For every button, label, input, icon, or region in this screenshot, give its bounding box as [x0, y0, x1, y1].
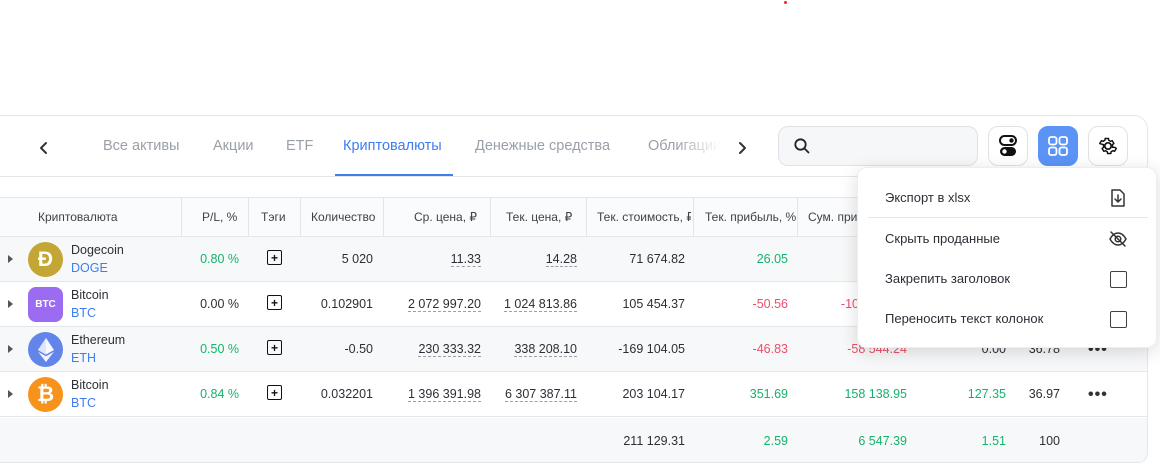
quantity: -0.50 [344, 342, 374, 356]
asset-name: Ethereum [71, 333, 126, 347]
eth-diamond-icon [37, 337, 54, 362]
avg-price[interactable]: 2 072 997.20 [408, 297, 481, 312]
grid-icon [1048, 136, 1068, 156]
current-price[interactable]: 6 307 387.11 [504, 387, 577, 402]
extra-col-2: 36.97 [1028, 387, 1060, 401]
avg-price[interactable]: 230 333.32 [418, 342, 481, 357]
col-tags[interactable]: Тэги [261, 210, 286, 224]
tab-all-assets[interactable]: Все активы [103, 138, 179, 154]
current-profit-pct: 26.05 [756, 252, 788, 266]
current-value: 105 454.37 [622, 297, 685, 311]
col-avg-price[interactable]: Ср. цена, ₽ [414, 210, 478, 224]
pin-header-menu-item[interactable]: Закрепить заголовок [858, 259, 1158, 299]
btc-badge-icon: BTC [28, 287, 63, 322]
tabs-viewport: Все активы Акции ETF Криптовалюты Денежн… [66, 116, 720, 178]
avg-price[interactable]: 1 396 391.98 [408, 387, 481, 402]
tab-cash[interactable]: Денежные средства [475, 138, 610, 154]
wrap-text-checkbox[interactable] [1110, 311, 1127, 328]
quantity: 0.102901 [320, 297, 373, 311]
col-current-value[interactable]: Тек. стоимость, ₽ [597, 210, 691, 224]
expand-row-icon[interactable] [8, 390, 13, 398]
settings-button[interactable] [1088, 126, 1128, 166]
ethereum-icon [28, 332, 63, 367]
gear-icon [1099, 137, 1117, 155]
total-extra-2: 100 [1039, 434, 1060, 448]
dogecoin-icon: Ð [28, 242, 63, 277]
wrap-text-menu-item[interactable]: Переносить текст колонок [858, 299, 1158, 339]
search-input[interactable] [819, 135, 969, 157]
tab-crypto[interactable]: Криптовалюты [343, 138, 442, 154]
total-sum-profit: 6 547.39 [858, 434, 907, 448]
add-tag-icon[interactable]: + [267, 340, 282, 355]
col-current-profit-pct[interactable]: Тек. прибыль, % [705, 210, 797, 224]
grid-view-button[interactable] [1038, 126, 1078, 166]
quantity: 0.032201 [320, 387, 373, 401]
asset-name: Bitcoin [71, 288, 109, 302]
pl-value: 0.00 % [200, 297, 239, 311]
asset-name: Bitcoin [71, 378, 109, 392]
tab-etf[interactable]: ETF [286, 138, 313, 154]
current-price[interactable]: 14.28 [545, 252, 577, 267]
current-price[interactable]: 1 024 813.86 [504, 297, 577, 312]
total-extra-1: 1.51 [981, 434, 1006, 448]
chevron-right-icon [739, 142, 746, 154]
sum-profit: 158 138.95 [844, 387, 907, 401]
current-profit-pct: 351.69 [749, 387, 788, 401]
quantity: 5 020 [341, 252, 373, 266]
active-tab-indicator [335, 174, 453, 176]
pl-value: 0.84 % [200, 387, 239, 401]
col-quantity[interactable]: Количество [311, 210, 375, 224]
search-box [778, 126, 978, 166]
current-profit-pct: -50.56 [752, 297, 788, 311]
search-icon [794, 138, 810, 154]
total-profit-pct: 2.59 [763, 434, 788, 448]
bitcoin-icon: ₿ [28, 377, 63, 412]
pin-header-checkbox[interactable] [1110, 271, 1127, 288]
tabs-scroll-right-button[interactable] [728, 134, 756, 162]
settings-menu: Экспорт в xlsx Скрыть проданные Закрепит… [857, 167, 1157, 348]
col-sum-profit[interactable]: Сум. прибыль, ₽ [808, 210, 858, 224]
pl-value: 0.50 % [200, 342, 239, 356]
col-current-price[interactable]: Тек. цена, ₽ [506, 210, 573, 224]
expand-row-icon[interactable] [8, 255, 13, 263]
col-asset[interactable]: Криптовалюта [38, 210, 118, 224]
current-price[interactable]: 338 208.10 [514, 342, 577, 357]
menu-divider [868, 217, 1148, 218]
current-value: 71 674.82 [629, 252, 685, 266]
chevron-left-icon [40, 142, 47, 154]
add-tag-icon[interactable]: + [267, 295, 282, 310]
toggle-switches-icon [999, 135, 1017, 156]
tabs-scroll-left-button[interactable] [30, 134, 58, 162]
current-value: -169 104.05 [618, 342, 685, 356]
table-totals-row: 211 129.31 2.59 6 547.39 1.51 100 [0, 418, 1147, 462]
pl-value: 0.80 % [200, 252, 239, 266]
expand-row-icon[interactable] [8, 345, 13, 353]
extra-col-1: 127.35 [967, 387, 1006, 401]
tab-bonds[interactable]: Облигации [648, 138, 720, 154]
tab-stocks[interactable]: Акции [213, 138, 254, 154]
expand-row-icon[interactable] [8, 300, 13, 308]
download-file-icon [1111, 189, 1125, 207]
asset-ticker-link[interactable]: BTC [71, 306, 96, 320]
export-xlsx-menu-item[interactable]: Экспорт в xlsx [858, 178, 1158, 218]
toggle-view-button[interactable] [988, 126, 1028, 166]
current-profit-pct: -46.83 [752, 342, 788, 356]
eye-off-icon [1109, 231, 1127, 247]
asset-name: Dogecoin [71, 243, 124, 257]
current-value: 203 104.17 [622, 387, 685, 401]
red-dot [784, 1, 787, 4]
col-pl[interactable]: P/L, % [202, 210, 238, 224]
asset-ticker-link[interactable]: ETH [71, 351, 96, 365]
more-actions-icon[interactable]: ••• [1088, 386, 1108, 404]
table-row[interactable]: ₿ Bitcoin BTC 0.84 % + 0.032201 1 396 39… [0, 372, 1147, 417]
add-tag-icon[interactable]: + [267, 250, 282, 265]
asset-ticker-link[interactable]: BTC [71, 396, 96, 410]
add-tag-icon[interactable]: + [267, 385, 282, 400]
hide-sold-menu-item[interactable]: Скрыть проданные [858, 219, 1158, 259]
avg-price[interactable]: 11.33 [450, 252, 481, 267]
asset-ticker-link[interactable]: DOGE [71, 261, 108, 275]
total-value: 211 129.31 [623, 434, 685, 448]
